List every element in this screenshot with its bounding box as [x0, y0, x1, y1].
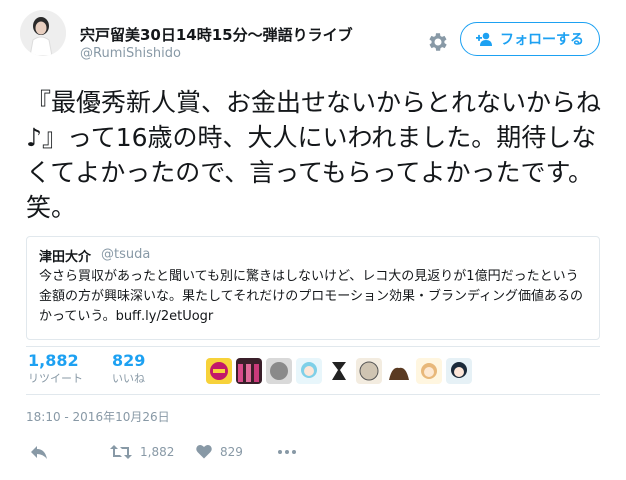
user-handle[interactable]: @RumiShishido: [80, 46, 181, 61]
avatar[interactable]: [20, 10, 66, 56]
retweet-action-count: 1,882: [140, 445, 175, 459]
quoted-tweet-handle: @tsuda: [101, 247, 151, 262]
like-button[interactable]: 829: [196, 444, 243, 459]
liker-avatar[interactable]: [296, 358, 322, 384]
retweet-icon: [110, 445, 132, 459]
retweet-stat[interactable]: 1,882 リツイート: [28, 351, 83, 386]
liker-avatar[interactable]: [236, 358, 262, 384]
divider: [26, 394, 600, 395]
liker-avatar[interactable]: [446, 358, 472, 384]
follow-button[interactable]: フォローする: [460, 22, 600, 56]
quoted-tweet-name: 津田大介: [39, 250, 92, 265]
follow-user-icon: [476, 32, 492, 46]
liker-avatar[interactable]: [206, 358, 232, 384]
like-action-count: 829: [220, 444, 243, 459]
gear-icon[interactable]: [426, 30, 450, 54]
liker-avatar[interactable]: [416, 358, 442, 384]
more-icon: [278, 450, 296, 454]
tweet-text: 『最優秀新人賞、お金出せないからとれないからね♪』って16歳の時、大人にいわれま…: [26, 88, 602, 222]
like-count: 829: [112, 351, 146, 370]
divider: [26, 346, 600, 347]
display-name[interactable]: 宍戸留美30日14時15分～弾語りライブ: [80, 24, 353, 45]
liker-avatar[interactable]: [266, 358, 292, 384]
like-stat[interactable]: 829 いいね: [112, 351, 145, 386]
reply-button[interactable]: [30, 444, 48, 460]
retweet-count: 1,882: [28, 351, 79, 370]
retweet-label: リツイート: [28, 372, 83, 385]
retweet-button[interactable]: 1,882: [110, 444, 174, 460]
like-label: いいね: [112, 372, 145, 385]
liker-avatar[interactable]: [386, 358, 412, 384]
heart-icon: [196, 444, 212, 459]
reply-icon: [31, 446, 47, 459]
timestamp[interactable]: 18:10 - 2016年10月26日: [26, 408, 170, 425]
follow-button-label: フォローする: [500, 32, 584, 48]
liker-avatars: [206, 358, 472, 384]
liker-avatar[interactable]: [326, 358, 352, 384]
more-button[interactable]: [278, 450, 296, 454]
quoted-tweet-text: 今さら買収があったと聞いても別に驚きはしないけど、レコ大の見返りが1億円だったと…: [39, 269, 584, 324]
liker-avatar[interactable]: [356, 358, 382, 384]
quoted-tweet[interactable]: 津田大介 @tsuda 今さら買収があったと聞いても別に驚きはしないけど、レコ大…: [26, 236, 600, 340]
